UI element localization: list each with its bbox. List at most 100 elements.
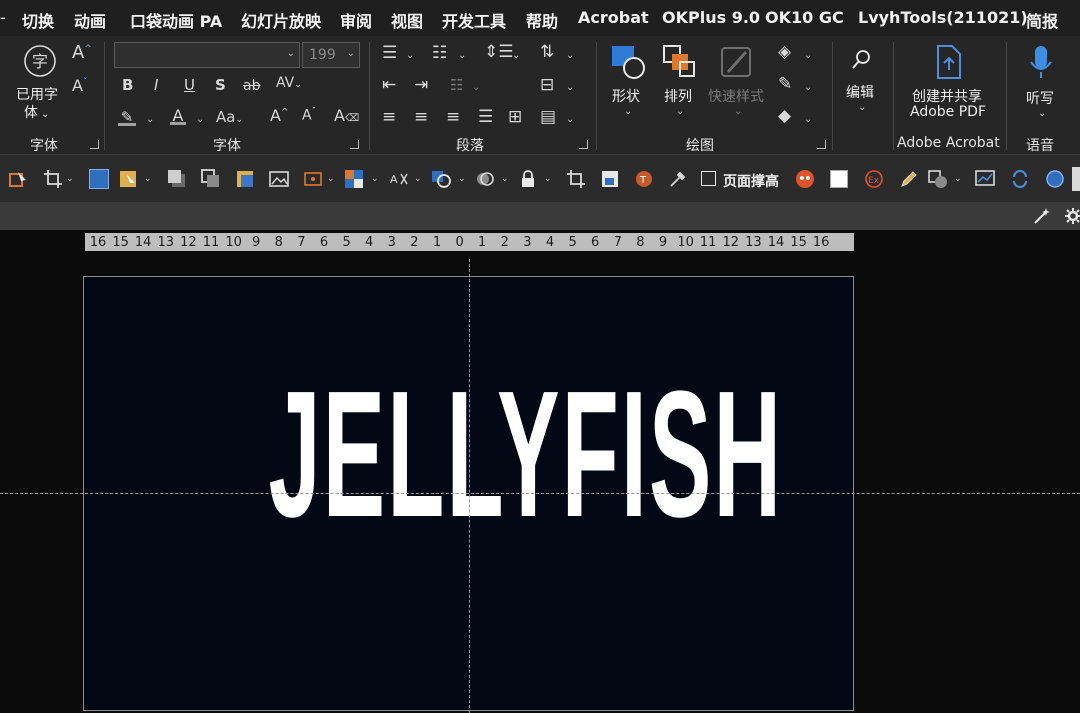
- lock-icon[interactable]: [518, 169, 538, 189]
- ruler-tick-label: 4: [365, 235, 374, 250]
- skull-icon[interactable]: [795, 169, 815, 189]
- mask-image-icon[interactable]: [303, 169, 323, 189]
- grow-font-icon[interactable]: A^: [72, 44, 92, 62]
- frame-icon[interactable]: [235, 169, 255, 189]
- shape-outline-style-icon[interactable]: [431, 169, 451, 189]
- text-effects-icon[interactable]: A: [389, 169, 409, 189]
- bold-icon[interactable]: B: [122, 78, 133, 93]
- chart-image-icon[interactable]: [975, 169, 995, 189]
- select-shape-icon[interactable]: [8, 169, 28, 189]
- tab-animations[interactable]: 动画: [74, 8, 106, 32]
- shape-fill-icon[interactable]: ◈: [778, 44, 791, 61]
- decrease-font-icon[interactable]: Aˇ: [302, 108, 316, 123]
- strikethrough-icon[interactable]: ab: [243, 79, 260, 93]
- shapes-button[interactable]: 形状 ⌄: [606, 44, 650, 124]
- page-height-checkbox[interactable]: [701, 171, 716, 186]
- dictate-button[interactable]: 听写 ⌄: [1018, 44, 1064, 124]
- tab-developer[interactable]: 开发工具: [442, 8, 506, 32]
- tab-acrobat[interactable]: Acrobat: [578, 8, 649, 27]
- vertical-guide-line[interactable]: [469, 259, 470, 713]
- menu-tab-overflow[interactable]: -: [0, 8, 6, 27]
- refresh-icon[interactable]: [1010, 169, 1030, 189]
- picture-tool-icon[interactable]: [600, 169, 620, 189]
- decrease-indent-icon[interactable]: ⇤: [382, 77, 396, 94]
- increase-indent-icon[interactable]: ⇥: [414, 77, 428, 94]
- horizontal-ruler[interactable]: 16 15 14 13 12 11 10 9 8 7 6 5 4 3 2 1 0 1 2 3 4 5 6 7 8 9 10 11 12 1…: [85, 233, 854, 251]
- circle-shape-icon[interactable]: [1045, 169, 1065, 189]
- tab-pocket-animation[interactable]: 口袋动画 PA: [130, 8, 222, 32]
- bullets-icon[interactable]: ☰: [382, 45, 397, 62]
- create-share-label-line2: Adobe PDF: [910, 104, 987, 120]
- text-shadow-icon[interactable]: S: [215, 78, 226, 93]
- used-fonts-button[interactable]: 字 已用字 体 ⌄: [12, 44, 68, 124]
- quick-styles-button[interactable]: 快速样式 ⌄: [706, 44, 772, 124]
- ruler-tick-label: 0: [455, 235, 464, 250]
- tab-ok10-gc[interactable]: OK10 GC: [765, 8, 844, 27]
- align-left-icon[interactable]: ≡: [382, 109, 396, 126]
- highlight-color-icon[interactable]: ✎: [118, 110, 136, 126]
- fill-color-swatch-icon[interactable]: [89, 169, 109, 189]
- dialog-launcher-icon[interactable]: [90, 140, 99, 149]
- tab-view[interactable]: 视图: [391, 8, 423, 32]
- align-text-icon[interactable]: ⊟: [540, 77, 554, 94]
- numbering-icon[interactable]: ☷: [432, 45, 447, 62]
- align-center-icon[interactable]: ≡: [414, 109, 428, 126]
- slide-editing-area[interactable]: 16 15 14 13 12 11 10 9 8 7 6 5 4 3 2 1 0 1 2 3 4 5 6 7 8 9 10 11 12 1…: [0, 230, 1080, 713]
- eyedropper-icon[interactable]: [668, 169, 688, 189]
- color-blocks-icon[interactable]: [344, 169, 364, 189]
- arrange-icon: [663, 45, 695, 77]
- change-case-icon[interactable]: Aa⌄: [216, 110, 243, 125]
- smartart-convert-icon[interactable]: ▤: [540, 109, 556, 126]
- tab-review[interactable]: 审阅: [340, 8, 372, 32]
- shape-outline-icon[interactable]: ✎: [778, 76, 792, 93]
- shrink-font-icon[interactable]: Aˇ: [72, 78, 87, 94]
- horizontal-guide-line[interactable]: [0, 493, 1080, 494]
- tab-slideshow[interactable]: 幻灯片放映: [241, 8, 321, 32]
- image-icon[interactable]: [269, 169, 289, 189]
- editing-button[interactable]: 编辑 ⌄: [842, 44, 882, 124]
- create-share-pdf-button[interactable]: 创建并共享 Adobe PDF: [904, 44, 994, 124]
- tab-okplus[interactable]: OKPlus 9.0: [662, 8, 760, 27]
- group-label-drawing: 绘图: [686, 138, 714, 154]
- crop-icon[interactable]: [43, 169, 63, 189]
- font-name-combobox[interactable]: ⌄: [114, 42, 300, 68]
- pencil-icon[interactable]: [899, 169, 919, 189]
- copy-layer-icon[interactable]: [201, 169, 221, 189]
- align-right-icon[interactable]: ≡: [446, 109, 460, 126]
- crop-tool-icon[interactable]: [566, 169, 586, 189]
- columns-icon[interactable]: ☷: [450, 78, 463, 93]
- tab-lvyhtools[interactable]: LvyhTools(211021): [858, 8, 1028, 27]
- justify-icon[interactable]: ☰: [478, 109, 493, 126]
- toolbar-more-indicator[interactable]: [1072, 167, 1080, 191]
- dialog-launcher-icon[interactable]: [579, 140, 588, 149]
- tab-transitions[interactable]: 切换: [22, 8, 54, 32]
- increase-font-icon[interactable]: A^: [270, 108, 289, 124]
- underline-icon[interactable]: U: [184, 78, 195, 93]
- export-icon[interactable]: Ex: [864, 169, 884, 189]
- distributed-icon[interactable]: ⊞: [508, 109, 522, 126]
- gear-icon[interactable]: [1064, 207, 1080, 225]
- wand-icon[interactable]: [1032, 206, 1052, 226]
- font-color-icon[interactable]: A: [170, 108, 186, 125]
- italic-icon[interactable]: I: [154, 78, 158, 93]
- tab-briefing[interactable]: 简报: [1026, 8, 1058, 32]
- shape-merge-icon[interactable]: [928, 169, 948, 189]
- boolean-ops-icon[interactable]: [475, 169, 495, 189]
- clear-formatting-icon[interactable]: A⌫: [334, 108, 359, 124]
- text-direction-icon[interactable]: ⇅: [540, 44, 554, 61]
- dialog-launcher-icon[interactable]: [350, 140, 359, 149]
- shapes-icon: [612, 46, 645, 79]
- shape-effects-icon[interactable]: ◆: [778, 108, 791, 125]
- ruler-tick-label: 5: [568, 235, 577, 250]
- character-spacing-icon[interactable]: AV⌄: [276, 76, 302, 90]
- line-spacing-icon[interactable]: ⇕☰: [484, 44, 513, 61]
- dialog-launcher-icon[interactable]: [817, 140, 826, 149]
- ruler-tick-label: 3: [387, 235, 396, 250]
- arrange-button[interactable]: 排列 ⌄: [658, 44, 702, 124]
- white-fill-swatch-icon[interactable]: [830, 170, 848, 188]
- shadow-icon[interactable]: [167, 169, 187, 189]
- tab-help[interactable]: 帮助: [526, 8, 558, 32]
- font-size-combobox[interactable]: 199 ⌄: [302, 42, 360, 68]
- text-tool-icon[interactable]: T: [634, 169, 654, 189]
- picture-fill-icon[interactable]: [119, 169, 139, 189]
